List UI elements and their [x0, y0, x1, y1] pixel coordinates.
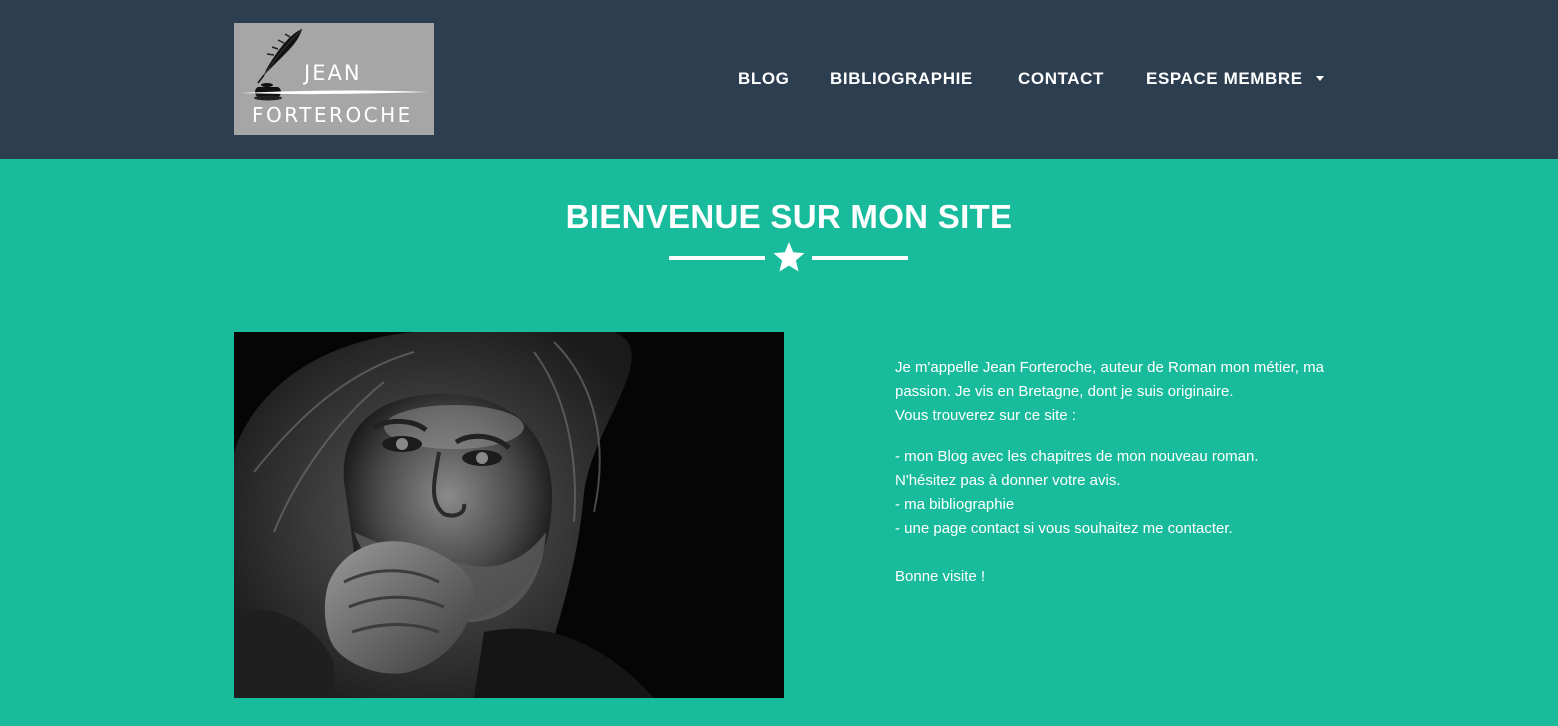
bio-spacer	[895, 541, 1365, 565]
portrait-image	[234, 332, 784, 698]
bio-list: - mon Blog avec les chapitres de mon nou…	[895, 445, 1365, 589]
star-icon	[773, 242, 805, 272]
nav-dropdown-espace-membre[interactable]: ESPACE MEMBRE	[1146, 66, 1303, 92]
author-bio: Je m'appelle Jean Forteroche, auteur de …	[895, 356, 1365, 589]
bio-list-item: - mon Blog avec les chapitres de mon nou…	[895, 448, 1259, 465]
bio-intro-line: Je m'appelle Jean Forteroche, auteur de …	[895, 359, 1324, 376]
main-nav: BLOG BIBLIOGRAPHIE CONTACT ESPACE MEMBRE	[0, 66, 1558, 92]
bio-closing: Bonne visite !	[895, 568, 986, 585]
navbar: JEAN FORTEROCHE BLOG BIBLIOGRAPHIE CONTA…	[0, 0, 1558, 159]
bio-intro-line: Vous trouverez sur ce site :	[895, 407, 1076, 424]
bio-list-item: - une page contact si vous souhaitez me …	[895, 520, 1233, 537]
bio-intro-line: passion. Je vis en Bretagne, dont je sui…	[895, 383, 1234, 400]
author-portrait	[234, 332, 784, 698]
nav-link-blog[interactable]: BLOG	[738, 66, 790, 92]
nav-link-bibliographie[interactable]: BIBLIOGRAPHIE	[830, 66, 973, 92]
bio-intro: Je m'appelle Jean Forteroche, auteur de …	[895, 356, 1365, 428]
caret-down-icon[interactable]	[1316, 76, 1324, 81]
page-title: BIENVENUE SUR MON SITE	[565, 198, 1013, 236]
bio-list-item: - ma bibliographie	[895, 496, 1015, 513]
bio-list-item: N'hésitez pas à donner votre avis.	[895, 472, 1121, 489]
divider-line-left	[669, 256, 765, 260]
divider-line-right	[812, 256, 908, 260]
nav-link-contact[interactable]: CONTACT	[1018, 66, 1104, 92]
logo-last-name: FORTEROCHE	[252, 103, 413, 127]
